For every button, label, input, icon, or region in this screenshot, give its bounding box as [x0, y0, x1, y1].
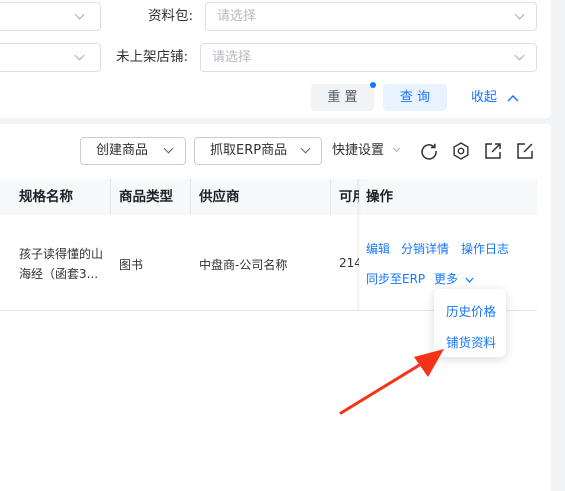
col-spec-name: 规格名称 — [19, 189, 73, 205]
quick-settings-label: 快捷设置 — [332, 143, 385, 158]
product-type-cell: 图书 — [119, 258, 144, 272]
query-label: 查 询 — [399, 90, 431, 105]
fetch-erp-button[interactable]: 抓取ERP商品 — [194, 137, 322, 165]
create-product-label: 创建商品 — [96, 143, 149, 158]
scrollbar-track[interactable] — [551, 0, 565, 491]
unlisted-store-label: 未上架店铺: — [116, 49, 189, 65]
chevron-down-icon — [514, 9, 525, 20]
unlisted-store-placeholder: 请选择 — [212, 50, 252, 65]
filter-panel: 资料包: 请选择 未上架店铺: 请选择 重 置 查 询 收起 — [0, 0, 551, 118]
chevron-down-icon — [74, 50, 85, 61]
more-dropdown-menu: 历史价格 铺货资料 — [434, 289, 506, 357]
collapse-label: 收起 — [471, 90, 498, 105]
left-select-row2[interactable] — [0, 43, 101, 72]
sync-to-erp-link[interactable]: 同步至ERP — [366, 270, 425, 287]
supplier-cell: 中盘商-公司名称 — [199, 258, 288, 272]
gear-icon[interactable] — [452, 142, 470, 160]
chevron-down-icon — [163, 143, 174, 154]
reset-label: 重 置 — [327, 90, 358, 105]
spec-name-line1: 孩子读得懂的山 — [19, 247, 104, 261]
edit-icon[interactable] — [516, 142, 534, 160]
create-product-button[interactable]: 创建商品 — [80, 137, 186, 165]
export-icon[interactable] — [484, 142, 502, 160]
col-supplier: 供应商 — [199, 189, 240, 205]
distribution-detail-link[interactable]: 分销详情 — [401, 240, 449, 257]
fetch-erp-label: 抓取ERP商品 — [210, 143, 288, 158]
col-product-type: 商品类型 — [119, 189, 173, 205]
more-link[interactable]: 更多 — [434, 270, 474, 287]
quick-settings-dropdown[interactable]: 快捷设置 — [332, 137, 404, 165]
package-label: 资料包: — [148, 8, 194, 24]
edit-link[interactable]: 编辑 — [366, 240, 390, 257]
col-available: 可用 — [339, 189, 359, 205]
chevron-down-icon — [74, 9, 85, 20]
unlisted-store-select[interactable]: 请选择 — [200, 43, 537, 72]
chevron-down-icon — [300, 143, 311, 154]
chevron-down-icon — [514, 50, 525, 61]
left-select-row1[interactable] — [0, 2, 101, 31]
col-operations: 操作 — [366, 189, 393, 205]
query-button[interactable]: 查 询 — [383, 84, 447, 111]
spec-name-line2: 海经（函套3... — [19, 267, 99, 281]
notification-dot — [370, 82, 376, 88]
menu-item-listing-info[interactable]: 铺货资料 — [446, 332, 496, 351]
package-placeholder: 请选择 — [217, 9, 257, 24]
collapse-toggle[interactable]: 收起 — [471, 84, 519, 111]
table-header: 规格名称 商品类型 供应商 可用 操作 — [0, 179, 537, 215]
chevron-up-icon — [507, 94, 519, 102]
chevron-down-icon — [392, 144, 401, 153]
refresh-icon[interactable] — [420, 142, 438, 160]
more-label: 更多 — [434, 272, 459, 286]
column-divider — [110, 179, 111, 215]
reset-button[interactable]: 重 置 — [311, 84, 374, 111]
menu-item-history-price[interactable]: 历史价格 — [446, 301, 496, 320]
chevron-down-icon — [465, 277, 474, 283]
column-divider — [190, 179, 191, 215]
available-cell: 214 — [339, 256, 359, 270]
package-select[interactable]: 请选择 — [205, 2, 537, 31]
operation-log-link[interactable]: 操作日志 — [461, 240, 509, 257]
column-divider — [330, 179, 331, 215]
